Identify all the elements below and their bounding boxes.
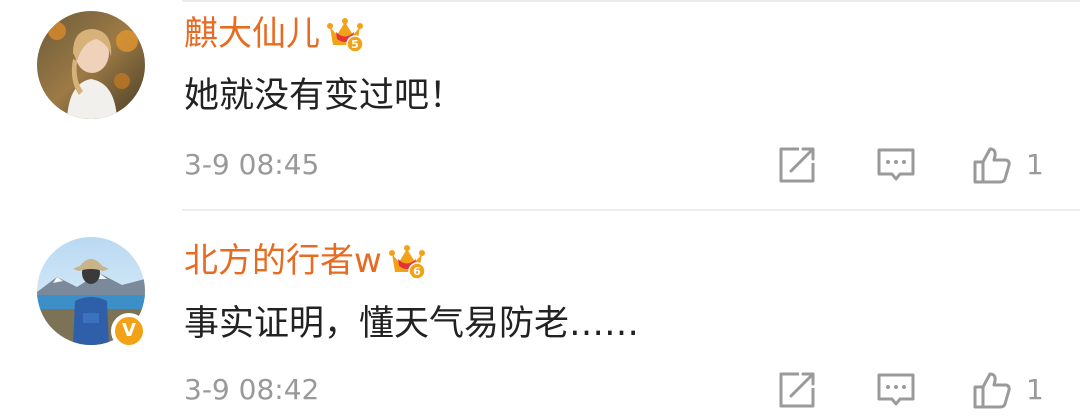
comment-list: 麒大仙儿 5 她就没有变过吧！ 3-9 08:45 1 V 北方的行者w 6 事…: [0, 0, 1080, 416]
like-count: 1: [1026, 148, 1044, 181]
timestamp: 3-9 08:45: [184, 148, 320, 181]
reply-button[interactable]: [876, 145, 916, 185]
crown-icon: 6: [388, 245, 426, 280]
repost-icon: [779, 372, 815, 408]
thumbs-up-icon: [973, 147, 1011, 184]
username[interactable]: 北方的行者w 6: [184, 241, 426, 281]
comment-item: V 北方的行者w 6 事实证明，懂天气易防老…… 3-9 08:42 1: [0, 222, 1080, 416]
username-text[interactable]: 麒大仙儿: [184, 14, 320, 54]
comment-icon: [877, 148, 915, 181]
username-text[interactable]: 北方的行者w: [184, 241, 382, 281]
timestamp: 3-9 08:42: [184, 373, 320, 406]
repost-button[interactable]: [777, 145, 817, 185]
comment-divider: [182, 209, 1080, 211]
like-button[interactable]: 1: [972, 145, 1044, 185]
avatar-image: [37, 11, 145, 119]
verified-badge: V: [111, 313, 147, 349]
vip-level: 5: [351, 38, 359, 51]
thumbs-up-icon: [973, 372, 1011, 409]
like-count: 1: [1026, 373, 1044, 406]
comment-icon: [877, 373, 915, 406]
username[interactable]: 麒大仙儿 5: [184, 14, 364, 54]
comment-text: 她就没有变过吧！: [184, 76, 465, 116]
crown-icon: 5: [327, 18, 364, 53]
reply-button[interactable]: [876, 370, 916, 410]
repost-icon: [779, 147, 815, 183]
comment-text: 事实证明，懂天气易防老……: [184, 304, 640, 344]
like-button[interactable]: 1: [972, 370, 1044, 410]
vip-level: 6: [413, 265, 421, 278]
comment-item: 麒大仙儿 5 她就没有变过吧！ 3-9 08:45 1: [0, 0, 1080, 210]
repost-button[interactable]: [777, 370, 817, 410]
avatar[interactable]: [37, 11, 145, 119]
